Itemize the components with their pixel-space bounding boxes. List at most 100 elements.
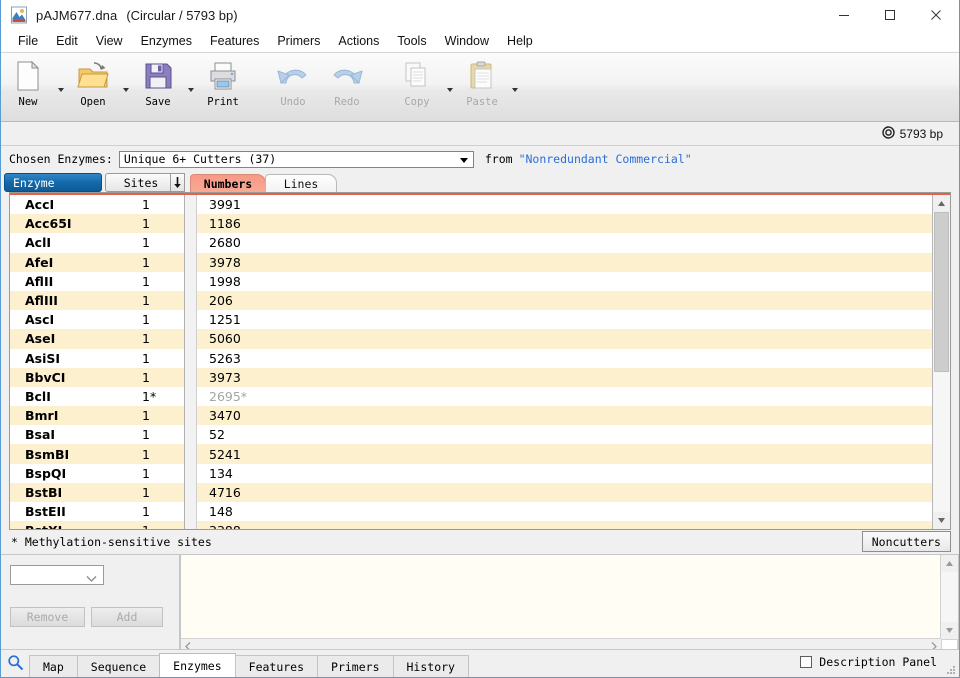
enzyme-cut-position-cell: 5060 (209, 331, 241, 347)
table-row[interactable]: BsaI 1 52 (10, 425, 933, 445)
table-row[interactable]: BstEII 1 148 (10, 502, 933, 522)
enzyme-name-cell: BsmBI (25, 446, 70, 462)
menu-item-help[interactable]: Help (498, 32, 542, 50)
menu-item-view[interactable]: View (87, 32, 132, 50)
table-row[interactable]: BstBI 1 4716 (10, 482, 933, 502)
chevron-down-icon (86, 572, 97, 586)
scroll-up-arrow-icon[interactable] (933, 195, 950, 212)
print-button[interactable]: Print (196, 57, 250, 115)
menu-item-tools[interactable]: Tools (388, 32, 435, 50)
menu-item-primers[interactable]: Primers (268, 32, 329, 50)
description-panel-checkbox[interactable] (800, 656, 813, 668)
view-tab-sequence[interactable]: Sequence (76, 655, 161, 677)
paste-dropdown-caret-icon[interactable] (509, 57, 520, 119)
description-panel-label: Description Panel (819, 655, 937, 669)
enzyme-sites-cell: 1 (142, 312, 150, 328)
enzyme-sites-cell: 1 (142, 197, 150, 213)
magnifier-icon[interactable] (7, 654, 24, 674)
table-row[interactable]: BstXI1 3388 (10, 521, 933, 529)
open-button[interactable]: Open (66, 57, 120, 115)
scrollbar-track[interactable] (933, 212, 950, 512)
table-header-tabs: Enzyme Sites Numbers Lines (1, 173, 959, 192)
table-row[interactable]: BspQI 1 134 (10, 463, 933, 483)
enzyme-table-vertical-scrollbar[interactable] (932, 195, 950, 529)
redo-button-label: Redo (334, 96, 360, 108)
copy-dropdown-caret-icon[interactable] (444, 57, 455, 119)
table-row[interactable]: Acc65I 1 1186 (10, 214, 933, 234)
scrollbar-thumb[interactable] (934, 212, 949, 372)
floppy-disk-icon (143, 59, 173, 93)
table-row[interactable]: BbvCI 1 3973 (10, 367, 933, 387)
copy-button[interactable]: Copy (390, 57, 444, 115)
table-row[interactable]: AseI 1 5060 (10, 329, 933, 349)
format-tab-numbers[interactable]: Numbers (190, 174, 266, 192)
enzyme-table: AccI 1 3991 Acc65I 1 1186 AclI 1 2680 AfeI 1 3978 Af… (9, 192, 951, 530)
table-row[interactable]: AflIII 1 206 (10, 290, 933, 311)
add-button[interactable]: Add (91, 607, 163, 627)
menu-item-actions[interactable]: Actions (329, 32, 388, 50)
table-row[interactable]: BclI 1* 2695* (10, 386, 933, 407)
open-dropdown-caret-icon[interactable] (120, 57, 131, 119)
redo-button[interactable]: Redo (320, 57, 374, 115)
enzyme-name-cell: BstBI (25, 484, 63, 500)
enzyme-picker-select[interactable] (10, 565, 104, 585)
column-tab-sites[interactable]: Sites (105, 173, 177, 192)
enzyme-cut-position-cell: 206 (209, 293, 233, 309)
enzyme-cut-position-cell: 134 (209, 465, 233, 481)
resize-grip-icon[interactable] (944, 663, 956, 675)
undo-button[interactable]: Undo (266, 57, 320, 115)
description-panel-toggle[interactable]: Description Panel (800, 655, 937, 669)
table-row[interactable]: AflII 1 1998 (10, 271, 933, 291)
view-tab-history[interactable]: History (392, 655, 469, 677)
table-row[interactable]: AclI 1 2680 (10, 233, 933, 253)
view-tab-map[interactable]: Map (29, 655, 78, 677)
title-bar: pAJM677.dna (Circular / 5793 bp) (1, 0, 959, 30)
detail-scroll-up-arrow-icon[interactable] (941, 555, 958, 572)
enzyme-name-cell: AclI (25, 235, 52, 251)
enzyme-sites-cell: 1 (142, 369, 150, 385)
enzyme-cut-position-cell: 3470 (209, 408, 241, 424)
enzyme-name-cell: BmrI (25, 408, 59, 424)
menu-item-file[interactable]: File (9, 32, 47, 50)
detail-scroll-down-arrow-icon[interactable] (941, 622, 958, 639)
view-tab-features[interactable]: Features (234, 655, 319, 677)
menu-item-enzymes[interactable]: Enzymes (132, 32, 201, 50)
noncutters-button[interactable]: Noncutters (861, 531, 951, 552)
menu-item-features[interactable]: Features (201, 32, 268, 50)
view-tab-primers[interactable]: Primers (317, 655, 394, 677)
new-dropdown-caret-icon[interactable] (55, 57, 66, 119)
paste-button[interactable]: Paste (455, 57, 509, 115)
view-tab-enzymes[interactable]: Enzymes (159, 653, 236, 677)
table-row[interactable]: BsmBI 1 5241 (10, 444, 933, 464)
table-row[interactable]: BmrI 1 3470 (10, 406, 933, 426)
enzyme-cut-position-cell: 52 (209, 427, 225, 443)
table-row[interactable]: AfeI 1 3978 (10, 252, 933, 272)
scroll-down-arrow-icon[interactable] (933, 512, 950, 529)
menu-item-edit[interactable]: Edit (47, 32, 87, 50)
new-button[interactable]: New (1, 57, 55, 115)
close-icon[interactable] (913, 0, 959, 30)
methylation-note: * Methylation-sensitive sites (11, 535, 212, 549)
format-tab-lines-label: Lines (283, 176, 319, 191)
remove-button[interactable]: Remove (10, 607, 85, 627)
save-dropdown-caret-icon[interactable] (185, 57, 196, 119)
window-file-name: pAJM677.dna (36, 7, 118, 23)
sort-descending-arrow-icon[interactable] (170, 173, 185, 192)
table-row[interactable]: AscI 1 1251 (10, 310, 933, 330)
maximize-icon[interactable] (867, 0, 913, 30)
table-row[interactable]: AccI 1 3991 (10, 195, 933, 215)
clipboard-icon (468, 59, 496, 93)
minimize-icon[interactable] (821, 0, 867, 30)
chosen-enzymes-select[interactable]: Unique 6+ Cutters (37) (118, 150, 474, 168)
enzyme-sites-cell: 1 (142, 216, 150, 232)
table-row[interactable]: AsiSI 1 5263 (10, 348, 933, 368)
format-tab-lines[interactable]: Lines (265, 174, 337, 192)
enzyme-name-cell: BstXI (10, 523, 142, 529)
column-tab-enzyme[interactable]: Enzyme (4, 173, 102, 192)
enzyme-name-cell: BbvCI (25, 369, 66, 385)
detail-vertical-scrollbar[interactable] (940, 555, 958, 639)
menu-item-window[interactable]: Window (436, 32, 498, 50)
save-button[interactable]: Save (131, 57, 185, 115)
enzyme-set-source-link[interactable]: "Nonredundant Commercial" (519, 152, 692, 166)
chevron-down-icon (459, 157, 468, 163)
